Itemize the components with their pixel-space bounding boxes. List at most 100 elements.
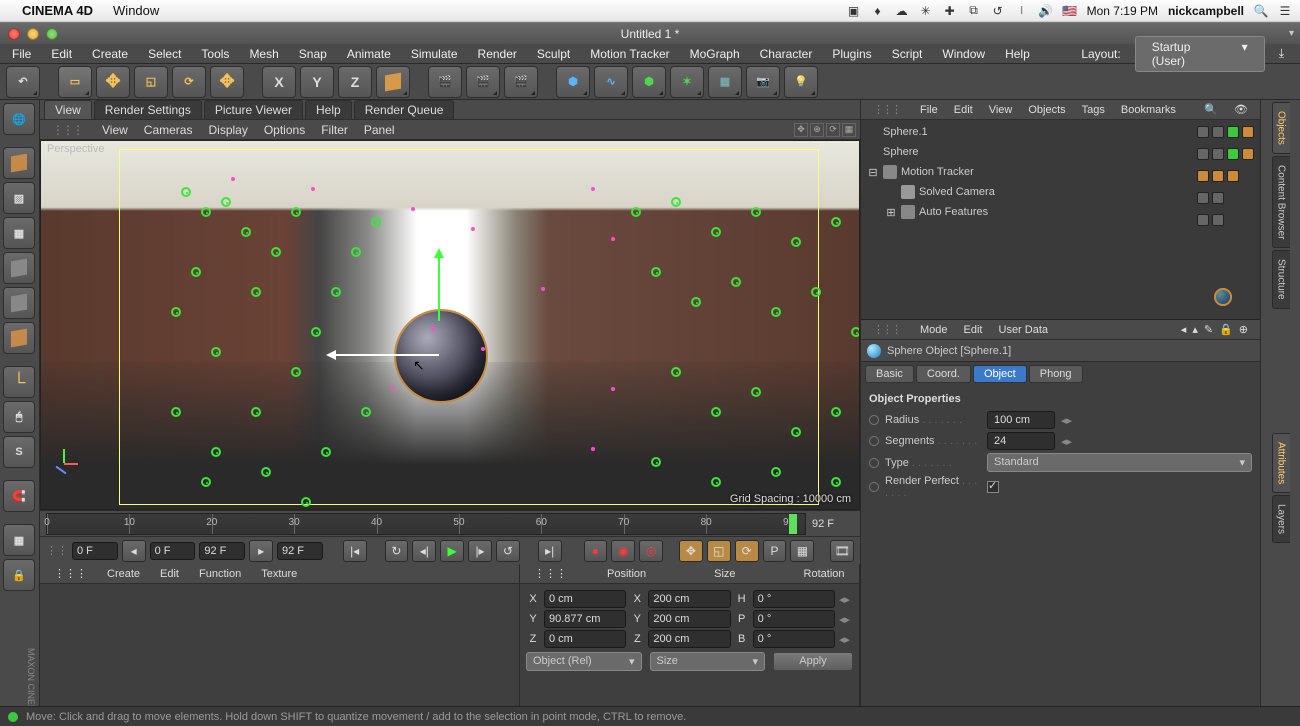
key-pos-toggle[interactable]: ✥ <box>679 540 703 562</box>
menu-icon[interactable]: ☰ <box>1278 4 1292 18</box>
track-marker[interactable] <box>371 217 381 227</box>
menu-file[interactable]: File <box>2 45 41 63</box>
menubar-icon[interactable]: ✚ <box>943 4 957 18</box>
axis-mode[interactable]: └ <box>3 366 35 398</box>
scale-tool[interactable]: ◱ <box>134 66 168 98</box>
track-marker[interactable] <box>171 307 181 317</box>
timeline-ruler[interactable]: 0102030405060708090 92 F <box>40 510 860 536</box>
minimize-window-button[interactable] <box>27 28 39 40</box>
z-axis-lock[interactable]: Z <box>338 66 372 98</box>
track-marker[interactable] <box>711 407 721 417</box>
vmenu-view[interactable]: View <box>94 121 136 139</box>
menubar-icon[interactable]: ⧉ <box>967 4 981 18</box>
track-marker[interactable] <box>321 447 331 457</box>
step-back-button[interactable]: ◂| <box>412 540 436 562</box>
add-deformer[interactable]: ✶ <box>670 66 704 98</box>
matmenu-edit[interactable]: Edit <box>150 566 189 582</box>
attr-tab-phong[interactable]: Phong <box>1029 365 1083 383</box>
wifi-icon[interactable]: ⧙ <box>1015 4 1029 18</box>
workplane-mode[interactable]: ▦ <box>3 217 35 249</box>
key-pla-toggle[interactable]: ▦ <box>790 540 814 562</box>
volume-icon[interactable]: 🔊 <box>1039 4 1053 18</box>
track-marker[interactable] <box>211 447 221 457</box>
start-frame-field[interactable]: 0 F <box>72 542 118 560</box>
x-axis-gizmo[interactable] <box>331 354 439 356</box>
track-marker[interactable] <box>191 267 201 277</box>
last-tool[interactable] <box>210 66 244 98</box>
track-marker[interactable] <box>251 287 261 297</box>
y-axis-lock[interactable]: Y <box>300 66 334 98</box>
track-marker[interactable] <box>671 197 681 207</box>
pos-Z-field[interactable]: 0 cm <box>544 630 626 648</box>
lock-y[interactable]: 🔒 <box>3 559 35 591</box>
key-rot-toggle[interactable]: ⟳ <box>735 540 759 562</box>
menubar-icon[interactable]: ♦ <box>871 4 885 18</box>
key-scale-toggle[interactable]: ◱ <box>707 540 731 562</box>
go-start-button[interactable]: |◂ <box>343 540 367 562</box>
menu-character[interactable]: Character <box>750 45 823 63</box>
make-editable-button[interactable]: 🌐 <box>3 103 35 135</box>
range-to-field[interactable]: 92 F <box>199 542 245 560</box>
viewport-zoom-icon[interactable]: ⊕ <box>810 123 824 137</box>
panel-grip-icon[interactable]: ⋮⋮⋮ <box>44 565 97 582</box>
track-marker[interactable] <box>291 367 301 377</box>
perspective-viewport[interactable]: Perspective ↖ Grid Spacing : 10000 cm <box>40 140 860 510</box>
track-marker[interactable] <box>361 407 371 417</box>
menubar-icon[interactable]: ▣ <box>847 4 861 18</box>
add-spline[interactable]: ∿ <box>594 66 628 98</box>
range-from-field[interactable]: 0 F <box>150 542 196 560</box>
snap-toggle[interactable]: S <box>3 436 35 468</box>
am-mode[interactable]: Mode <box>912 322 956 338</box>
go-prevkey-button[interactable]: ↻ <box>385 540 409 562</box>
prop-radius-field[interactable]: 100 cm <box>987 411 1055 429</box>
sphere-object[interactable] <box>396 311 486 401</box>
attr-tab-coord[interactable]: Coord. <box>916 365 971 383</box>
om-edit[interactable]: Edit <box>946 102 981 118</box>
add-light[interactable] <box>784 66 818 98</box>
om-bookmarks[interactable]: Bookmarks <box>1113 102 1184 118</box>
close-window-button[interactable] <box>8 28 20 40</box>
menubar-icon[interactable]: ☁ <box>895 4 909 18</box>
track-marker[interactable] <box>221 197 231 207</box>
go-end-button[interactable]: ▸| <box>538 540 562 562</box>
track-marker[interactable] <box>811 287 821 297</box>
prop-renderperfect-checkbox[interactable] <box>987 481 999 493</box>
om-objects[interactable]: Objects <box>1020 102 1073 118</box>
track-marker[interactable] <box>211 347 221 357</box>
menu-plugins[interactable]: Plugins <box>822 45 881 63</box>
tab-objects[interactable]: Objects <box>1272 102 1290 154</box>
rotate-tool[interactable]: ⟳ <box>172 66 206 98</box>
am-new-icon[interactable]: ⊕ <box>1239 323 1248 336</box>
om-eye-icon[interactable]: 👁 <box>1226 101 1256 118</box>
tab-render-queue[interactable]: Render Queue <box>354 100 455 119</box>
track-marker[interactable] <box>251 407 261 417</box>
size-Z-field[interactable]: 200 cm <box>648 630 730 648</box>
spotlight-icon[interactable]: 🔍 <box>1254 4 1268 18</box>
range-end-icon[interactable]: ▸ <box>249 540 273 562</box>
track-marker[interactable] <box>711 227 721 237</box>
key-param-toggle[interactable]: P <box>763 540 787 562</box>
size-X-field[interactable]: 200 cm <box>648 590 730 608</box>
tab-attributes[interactable]: Attributes <box>1272 433 1290 493</box>
tab-help[interactable]: Help <box>305 100 352 119</box>
track-marker[interactable] <box>651 457 661 467</box>
panel-grip-icon[interactable]: ⋮⋮⋮ <box>865 101 908 118</box>
track-marker[interactable] <box>771 467 781 477</box>
track-marker[interactable] <box>791 427 801 437</box>
mac-menu-window[interactable]: Window <box>113 3 159 18</box>
poly-mode[interactable] <box>3 322 35 354</box>
am-ref-icon[interactable]: ✎ <box>1204 323 1213 336</box>
vmenu-display[interactable]: Display <box>200 121 255 139</box>
add-generator[interactable]: ⬢ <box>632 66 666 98</box>
size-mode-select[interactable]: Size▾ <box>650 652 766 671</box>
timeline-options[interactable]: 🎞 <box>830 540 854 562</box>
matmenu-texture[interactable]: Texture <box>251 566 307 582</box>
track-marker[interactable] <box>271 247 281 257</box>
render-view-button[interactable]: 🎬 <box>428 66 462 98</box>
vmenu-filter[interactable]: Filter <box>313 121 356 139</box>
track-marker[interactable] <box>331 287 341 297</box>
panel-grip-icon[interactable]: ⋮⋮⋮ <box>524 565 577 582</box>
move-tool[interactable] <box>96 66 130 98</box>
record-button[interactable]: ● <box>584 540 608 562</box>
go-nextkey-button[interactable]: ↺ <box>496 540 520 562</box>
